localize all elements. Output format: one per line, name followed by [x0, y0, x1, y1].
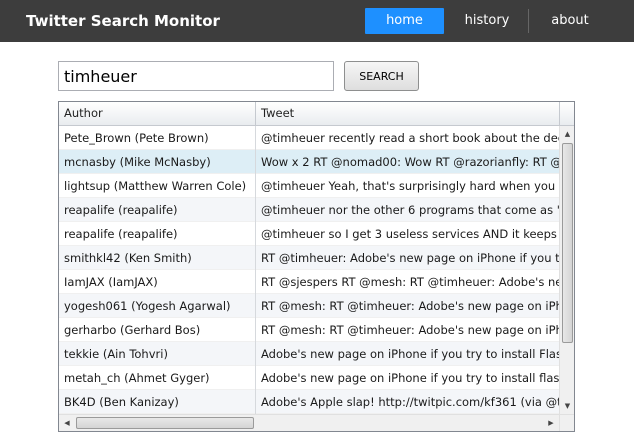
table-row[interactable]: smithkl42 (Ken Smith) RT @timheuer: Adob…	[59, 246, 559, 270]
tweet-cell: RT @timheuer: Adobe's new page on iPhone…	[261, 251, 559, 265]
author-cell: tekkie (Ain Tohvri)	[59, 342, 256, 366]
table-row[interactable]: reapalife (reapalife) @timheuer so I get…	[59, 222, 559, 246]
column-header-tweet[interactable]: Tweet	[256, 102, 559, 125]
tweet-grid: Author Tweet Pete_Brown (Pete Brown) @ti…	[58, 101, 575, 432]
tweet-cell: @timheuer nor the other 6 programs that …	[261, 203, 559, 217]
tweet-cell: Wow x 2 RT @nomad00: Wow RT @razorianfly…	[261, 155, 559, 169]
table-row[interactable]: tekkie (Ain Tohvri) Adobe's new page on …	[59, 342, 559, 366]
author-cell: BK4D (Ben Kanizay)	[59, 390, 256, 414]
vertical-scroll-thumb[interactable]	[562, 143, 573, 343]
horizontal-scroll-thumb[interactable]	[76, 417, 254, 429]
tweet-cell: @timheuer so I get 3 useless services AN…	[261, 227, 559, 241]
scroll-down-arrow-icon[interactable]: ▼	[560, 398, 574, 414]
nav-divider	[528, 9, 529, 33]
table-row[interactable]: metah_ch (Ahmet Gyger) Adobe's new page …	[59, 366, 559, 390]
table-row[interactable]: reapalife (reapalife) @timheuer nor the …	[59, 198, 559, 222]
nav-home-button[interactable]: home	[365, 8, 444, 34]
nav-about-link[interactable]: about	[530, 8, 610, 34]
search-button[interactable]: SEARCH	[344, 61, 419, 91]
table-row[interactable]: IamJAX (IamJAX) RT @sjespers RT @mesh: R…	[59, 270, 559, 294]
table-row[interactable]: mcnasby (Mike McNasby) Wow x 2 RT @nomad…	[59, 150, 559, 174]
app-title: Twitter Search Monitor	[26, 12, 220, 30]
tweet-cell: Adobe's Apple slap! http://twitpic.com/k…	[261, 395, 559, 409]
grid-header: Author Tweet	[59, 102, 559, 126]
tweet-cell: Adobe's new page on iPhone if you try to…	[261, 347, 559, 361]
scroll-right-arrow-icon[interactable]: ▶	[543, 415, 559, 431]
author-cell: gerharbo (Gerhard Bos)	[59, 318, 256, 342]
author-cell: yogesh061 (Yogesh Agarwal)	[59, 294, 256, 318]
scroll-up-arrow-icon[interactable]: ▲	[560, 126, 574, 142]
vertical-scrollbar[interactable]: ▲ ▼	[559, 126, 574, 414]
tweet-cell: @timheuer recently read a short book abo…	[261, 131, 559, 145]
nav-history-link[interactable]: history	[448, 8, 526, 34]
search-input[interactable]	[58, 61, 334, 91]
author-cell: Pete_Brown (Pete Brown)	[59, 126, 256, 150]
author-cell: smithkl42 (Ken Smith)	[59, 246, 256, 270]
author-cell: IamJAX (IamJAX)	[59, 270, 256, 294]
table-row[interactable]: BK4D (Ben Kanizay) Adobe's Apple slap! h…	[59, 390, 559, 414]
author-cell: reapalife (reapalife)	[59, 222, 256, 246]
author-cell: mcnasby (Mike McNasby)	[59, 150, 256, 174]
tweet-cell: Adobe's new page on iPhone if you try to…	[261, 371, 559, 385]
table-row[interactable]: lightsup (Matthew Warren Cole) @timheuer…	[59, 174, 559, 198]
column-header-author[interactable]: Author	[59, 102, 256, 125]
grid-rows: Pete_Brown (Pete Brown) @timheuer recent…	[59, 126, 559, 414]
header-corner	[559, 102, 574, 126]
table-row[interactable]: Pete_Brown (Pete Brown) @timheuer recent…	[59, 126, 559, 150]
horizontal-scrollbar[interactable]: ◀ ▶	[59, 414, 559, 431]
scroll-left-arrow-icon[interactable]: ◀	[59, 415, 75, 431]
tweet-cell: RT @mesh: RT @timheuer: Adobe's new page…	[261, 323, 559, 337]
scrollbar-corner	[559, 414, 574, 431]
tweet-cell: RT @sjespers RT @mesh: RT @timheuer: Ado…	[261, 275, 559, 289]
top-bar: Twitter Search Monitor home history abou…	[0, 0, 634, 42]
author-cell: reapalife (reapalife)	[59, 198, 256, 222]
author-cell: metah_ch (Ahmet Gyger)	[59, 366, 256, 390]
author-cell: lightsup (Matthew Warren Cole)	[59, 174, 256, 198]
tweet-cell: @timheuer Yeah, that's surprisingly hard…	[261, 179, 559, 193]
table-row[interactable]: gerharbo (Gerhard Bos) RT @mesh: RT @tim…	[59, 318, 559, 342]
tweet-cell: RT @mesh: RT @timheuer: Adobe's new page…	[261, 299, 559, 313]
table-row[interactable]: yogesh061 (Yogesh Agarwal) RT @mesh: RT …	[59, 294, 559, 318]
